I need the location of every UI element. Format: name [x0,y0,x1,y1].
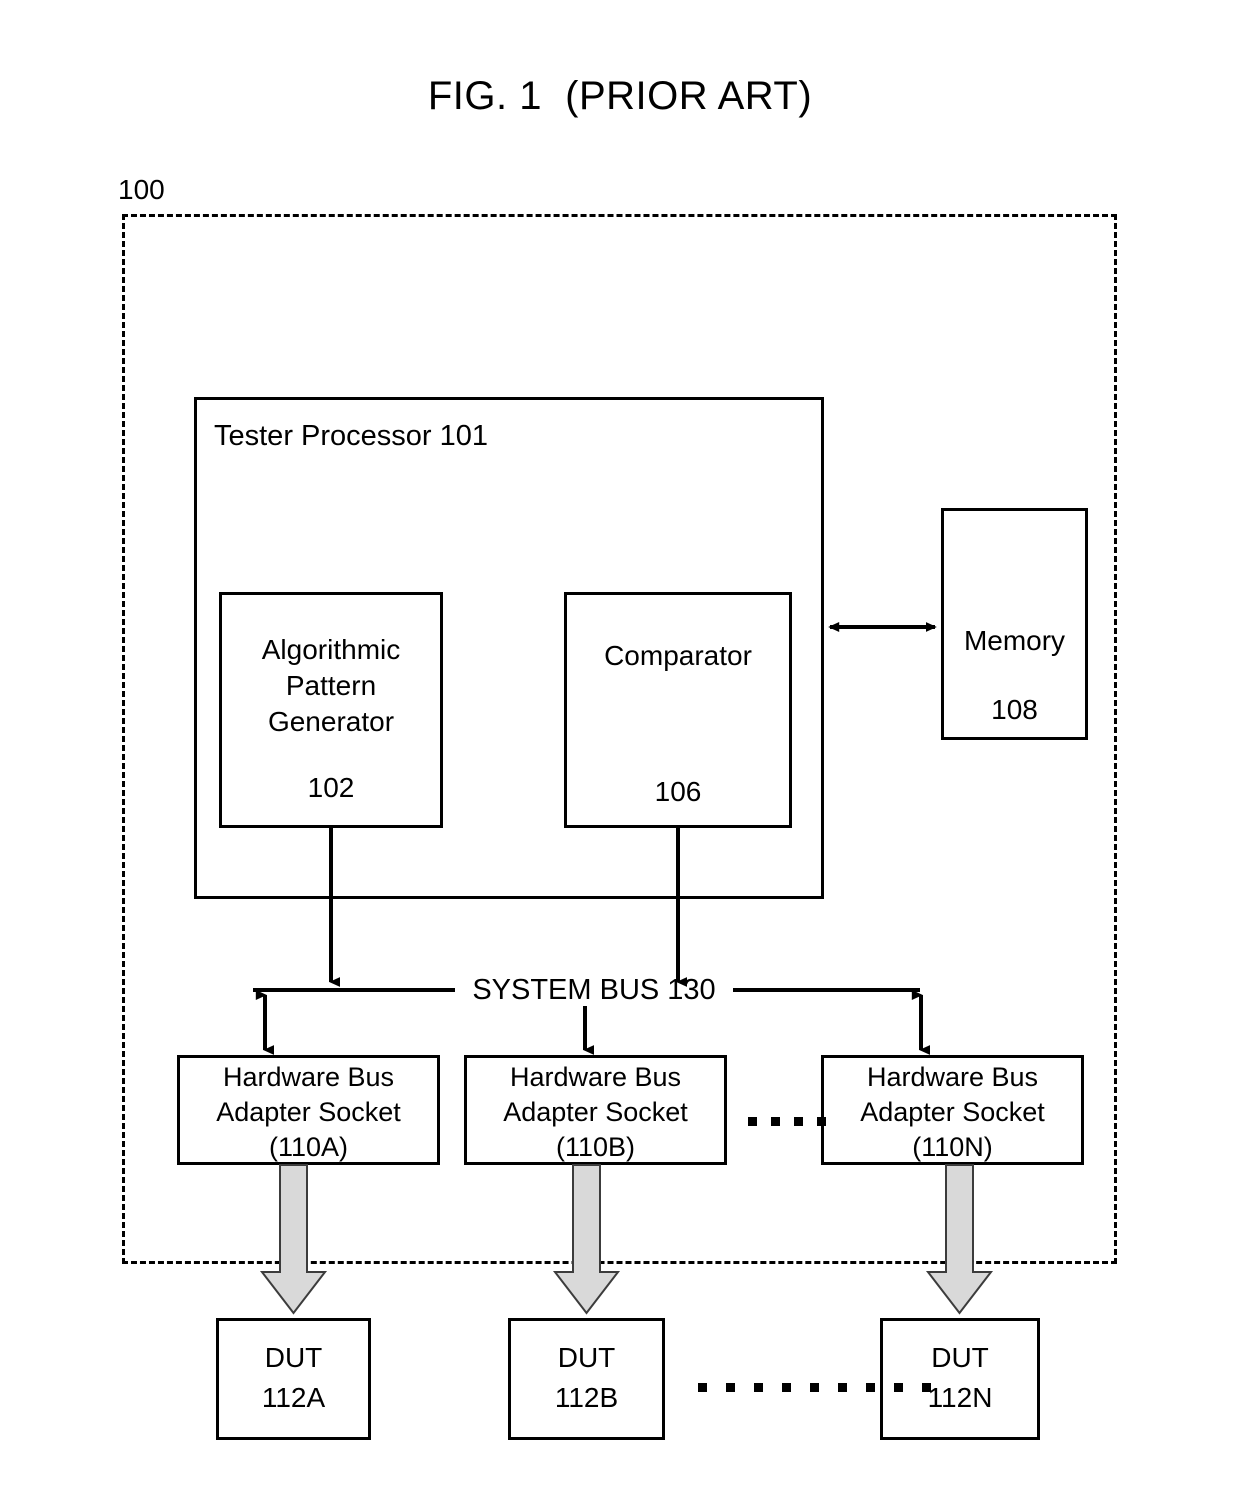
ellipsis-dot [726,1383,735,1392]
memory-number: 108 [991,694,1038,725]
system-bus-label: SYSTEM BUS 130 [455,971,733,1009]
hardware-bus-adapter-socket-110n-label: Hardware Bus Adapter Socket (110N) [860,1062,1045,1162]
system-reference-numeral: 100 [118,174,165,205]
ellipsis-dot [771,1117,780,1126]
ellipsis-dot [698,1383,707,1392]
memory-label: Memory [963,625,1066,656]
ellipsis-dot [817,1117,826,1126]
hardware-bus-adapter-socket-110a-label: Hardware Bus Adapter Socket (110A) [216,1062,401,1162]
ellipsis-dot [894,1383,903,1392]
dut-row-ellipsis [698,1383,931,1392]
socket-row-ellipsis [748,1117,826,1126]
ellipsis-dot [838,1383,847,1392]
dut-112b-label: DUT 112B [554,1342,619,1413]
ellipsis-dot [748,1117,757,1126]
comparator-number: 106 [654,776,702,807]
dut-112a-label: DUT 112A [261,1342,326,1413]
hardware-bus-adapter-socket-110b-label: Hardware Bus Adapter Socket (110B) [503,1062,688,1162]
patent-figure: FIG. 1 (PRIOR ART) 100 Tester Processor … [0,0,1240,1500]
figure-title: FIG. 1 (PRIOR ART) [427,74,813,118]
ellipsis-dot [922,1383,931,1392]
ellipsis-dot [794,1117,803,1126]
algorithmic-pattern-generator-label: Algorithmic Pattern Generator [261,634,401,737]
system-bus-line-right [728,988,920,992]
tester-processor-title: Tester Processor 101 [214,420,489,452]
system-bus-line-left [253,988,460,992]
ellipsis-dot [754,1383,763,1392]
ellipsis-dot [782,1383,791,1392]
algorithmic-pattern-generator-number: 102 [307,772,355,803]
comparator-label: Comparator [604,640,752,671]
ellipsis-dot [866,1383,875,1392]
ellipsis-dot [810,1383,819,1392]
